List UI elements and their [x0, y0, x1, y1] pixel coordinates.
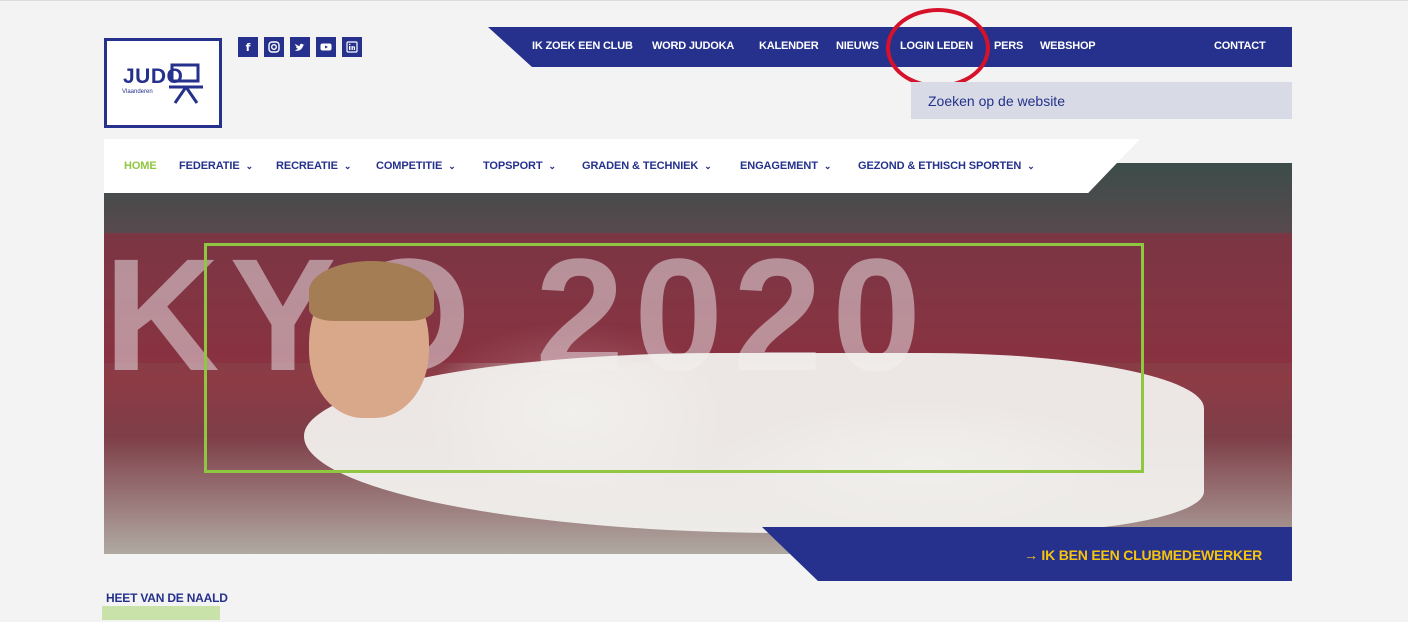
mainnav-home-label: HOME [124, 160, 157, 172]
logo-mark-icon [169, 63, 203, 104]
hero-frame [204, 243, 1144, 473]
topnav-word-judoka[interactable]: WORD JUDOKA [652, 40, 734, 52]
mainnav-federatie-label: FEDERATIE [179, 160, 240, 172]
mainnav-topsport[interactable]: TOPSPORT ⌄ [483, 160, 556, 172]
top-divider [0, 0, 1408, 1]
topnav-webshop[interactable]: WEBSHOP [1040, 40, 1096, 52]
facebook-icon[interactable]: f [238, 37, 258, 57]
mainnav-recreatie[interactable]: RECREATIE ⌄ [276, 160, 351, 172]
top-navigation: IK ZOEK EEN CLUB WORD JUDOKA KALENDER NI… [488, 27, 1292, 67]
topnav-contact[interactable]: CONTACT [1214, 40, 1266, 52]
mainnav-federatie[interactable]: FEDERATIE ⌄ [179, 160, 253, 172]
topnav-login-leden[interactable]: LOGIN LEDEN [900, 40, 973, 52]
chevron-down-icon: ⌄ [823, 161, 832, 171]
section-heading-underline [102, 606, 220, 620]
chevron-down-icon: ⌄ [448, 161, 456, 171]
mainnav-gezond-ethisch-sporten-label: GEZOND & ETHISCH SPORTEN [858, 160, 1022, 172]
chevron-down-icon: ⌄ [245, 161, 254, 171]
chevron-down-icon: ⌄ [704, 161, 712, 171]
mainnav-competitie[interactable]: COMPETITIE ⌄ [376, 160, 456, 172]
youtube-icon[interactable] [316, 37, 336, 57]
mainnav-recreatie-label: RECREATIE [276, 160, 338, 172]
clubmedewerker-cta-button[interactable]: → IK BEN EEN CLUBMEDEWERKER [762, 527, 1292, 581]
logo-subtitle: Vlaanderen [122, 89, 153, 95]
cta-label: → IK BEN EEN CLUBMEDEWERKER [1023, 547, 1262, 563]
mainnav-topsport-label: TOPSPORT [483, 160, 543, 172]
judo-vlaanderen-logo[interactable]: JUDO Vlaanderen [104, 38, 222, 128]
topnav-ik-zoek-een-club[interactable]: IK ZOEK EEN CLUB [532, 40, 633, 52]
chevron-down-icon: ⌄ [548, 161, 557, 171]
topnav-nieuws[interactable]: NIEUWS [836, 40, 879, 52]
mainnav-competitie-label: COMPETITIE [376, 160, 443, 172]
main-navigation: HOME FEDERATIE ⌄ RECREATIE ⌄ COMPETITIE ⌄ T… [104, 139, 1140, 193]
chevron-down-icon: ⌄ [343, 161, 352, 171]
topnav-kalender[interactable]: KALENDER [759, 40, 819, 52]
instagram-icon[interactable] [264, 37, 284, 57]
mainnav-home[interactable]: HOME [124, 160, 157, 172]
mainnav-gezond-ethisch-sporten[interactable]: GEZOND & ETHISCH SPORTEN ⌄ [858, 160, 1035, 172]
mainnav-graden-techniek-label: GRADEN & TECHNIEK [582, 160, 699, 172]
section-heading: HEET VAN DE NAALD [106, 591, 228, 605]
mainnav-engagement[interactable]: ENGAGEMENT ⌄ [740, 160, 831, 172]
mainnav-graden-techniek[interactable]: GRADEN & TECHNIEK ⌄ [582, 160, 712, 172]
hero-banner: KYO 2020 [104, 163, 1292, 554]
search-input[interactable] [911, 82, 1292, 119]
twitter-icon[interactable] [290, 37, 310, 57]
mainnav-engagement-label: ENGAGEMENT [740, 160, 818, 172]
topnav-pers[interactable]: PERS [994, 40, 1023, 52]
chevron-down-icon: ⌄ [1027, 161, 1035, 171]
linkedin-icon[interactable] [342, 37, 362, 57]
social-links: f [238, 37, 362, 57]
